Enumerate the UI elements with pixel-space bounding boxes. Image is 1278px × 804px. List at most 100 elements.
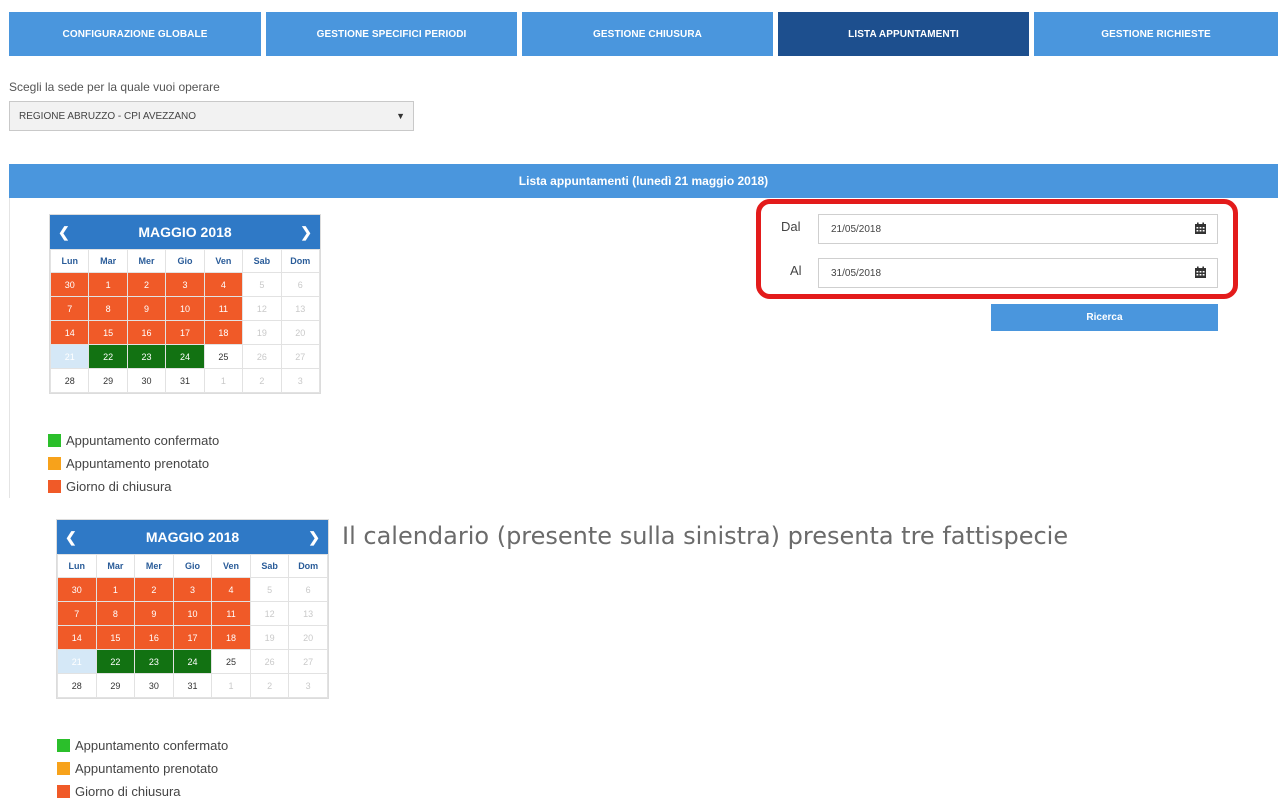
- calendar-week-row: 14 15 16 17 18 19 20: [49, 320, 321, 345]
- calendar-day-closed[interactable]: 15: [95, 625, 136, 650]
- calendar-day-closed[interactable]: 3: [165, 272, 205, 297]
- calendar-week-row: 21 22 23 24 25 26 27: [49, 344, 321, 369]
- calendar-day-disabled: 12: [249, 601, 290, 626]
- calendar-day-disabled: 26: [242, 344, 282, 369]
- calendar-day-confirmed[interactable]: 23: [134, 649, 174, 674]
- calendar-day-normal[interactable]: 31: [165, 368, 205, 393]
- calendar-day-closed[interactable]: 10: [165, 296, 205, 321]
- calendar-day-closed[interactable]: 4: [211, 577, 251, 602]
- calendar-header: ❮ MAGGIO 2018 ❯: [50, 215, 320, 249]
- calendar-day-closed[interactable]: 11: [203, 296, 244, 321]
- from-date-input[interactable]: 21/05/2018: [818, 214, 1218, 244]
- calendar-day-closed[interactable]: 17: [172, 625, 213, 650]
- calendar-week-row: 7 8 9 10 11 12 13: [49, 296, 321, 321]
- calendar-month-title: MAGGIO 2018: [138, 224, 232, 240]
- calendar-day-normal[interactable]: 25: [203, 344, 244, 369]
- list-header: Lista appuntamenti (lunedì 21 maggio 201…: [9, 164, 1278, 198]
- calendar-day-closed[interactable]: 9: [134, 601, 174, 626]
- chevron-left-icon[interactable]: ❮: [58, 224, 70, 241]
- calendar-day-closed[interactable]: 17: [165, 320, 205, 345]
- tab-lista-appuntamenti[interactable]: LISTA APPUNTAMENTI: [778, 12, 1029, 56]
- calendar-day-closed[interactable]: 4: [203, 272, 244, 297]
- calendar-day-disabled: 27: [288, 649, 328, 674]
- calendar-icon[interactable]: [1194, 266, 1207, 279]
- weekday-label: Mar: [95, 554, 136, 578]
- calendar-day-closed[interactable]: 2: [126, 272, 167, 297]
- calendar-icon[interactable]: [1194, 222, 1207, 235]
- legend-item: Giorno di chiusura: [57, 780, 228, 803]
- legend-item: Giorno di chiusura: [48, 475, 219, 498]
- calendar-day-confirmed[interactable]: 22: [95, 649, 136, 674]
- weekday-label: Gio: [165, 249, 205, 273]
- legend-swatch: [57, 762, 70, 775]
- to-date-input[interactable]: 31/05/2018: [818, 258, 1218, 288]
- calendar-day-closed[interactable]: 30: [49, 272, 90, 297]
- calendar-day-normal[interactable]: 31: [172, 673, 213, 698]
- tab-gestione-specifici-periodi[interactable]: GESTIONE SPECIFICI PERIODI: [266, 12, 517, 56]
- chevron-right-icon[interactable]: ❯: [300, 224, 312, 241]
- calendar-week-row: 30 1 2 3 4 5 6: [57, 577, 328, 602]
- calendar-day-closed[interactable]: 2: [134, 577, 174, 602]
- calendar-day-today[interactable]: 21: [49, 344, 90, 369]
- legend-swatch: [57, 739, 70, 752]
- calendar-day-closed[interactable]: 8: [88, 296, 128, 321]
- calendar-day-closed[interactable]: 7: [57, 601, 97, 626]
- legend-label: Appuntamento prenotato: [66, 456, 210, 471]
- calendar-day-closed[interactable]: 16: [134, 625, 174, 650]
- calendar-day-closed[interactable]: 3: [172, 577, 213, 602]
- calendar-day-closed[interactable]: 18: [203, 320, 244, 345]
- calendar-week-row: 28 29 30 31 1 2 3: [49, 368, 321, 393]
- calendar-day-disabled: 2: [249, 673, 290, 698]
- chevron-right-icon[interactable]: ❯: [308, 529, 320, 546]
- calendar-day-confirmed[interactable]: 22: [88, 344, 128, 369]
- calendar-day-disabled: 5: [242, 272, 282, 297]
- calendar-day-normal[interactable]: 28: [57, 673, 97, 698]
- calendar-day-closed[interactable]: 8: [95, 601, 136, 626]
- calendar-day-confirmed[interactable]: 24: [172, 649, 213, 674]
- site-select[interactable]: REGIONE ABRUZZO - CPI AVEZZANO ▼: [9, 101, 414, 131]
- tab-configurazione-globale[interactable]: CONFIGURAZIONE GLOBALE: [9, 12, 261, 56]
- calendar-day-closed[interactable]: 18: [211, 625, 251, 650]
- calendar-day-closed[interactable]: 15: [88, 320, 128, 345]
- calendar-day-normal[interactable]: 25: [211, 649, 251, 674]
- calendar-day-closed[interactable]: 14: [57, 625, 97, 650]
- calendar-day-confirmed[interactable]: 23: [126, 344, 167, 369]
- to-date-label: Al: [790, 263, 802, 278]
- calendar-day-closed[interactable]: 7: [49, 296, 90, 321]
- calendar-day-disabled: 13: [288, 601, 328, 626]
- calendar-day-closed[interactable]: 1: [95, 577, 136, 602]
- site-select-value: REGIONE ABRUZZO - CPI AVEZZANO: [19, 110, 197, 122]
- calendar-day-closed[interactable]: 9: [126, 296, 167, 321]
- calendar-month-title: MAGGIO 2018: [145, 529, 240, 545]
- search-button[interactable]: Ricerca: [991, 304, 1218, 331]
- calendar-day-normal[interactable]: 29: [88, 368, 128, 393]
- calendar-day-normal[interactable]: 30: [126, 368, 167, 393]
- calendar-day-closed[interactable]: 10: [172, 601, 213, 626]
- calendar-day-closed[interactable]: 11: [211, 601, 251, 626]
- tab-gestione-richieste[interactable]: GESTIONE RICHIESTE: [1034, 12, 1278, 56]
- weekday-label: Mer: [134, 554, 174, 578]
- calendar-day-normal[interactable]: 30: [134, 673, 174, 698]
- calendar-day-disabled: 1: [211, 673, 251, 698]
- calendar-day-disabled: 19: [242, 320, 282, 345]
- weekday-label: Dom: [288, 554, 328, 578]
- calendar-day-closed[interactable]: 16: [126, 320, 167, 345]
- legend-label: Appuntamento prenotato: [75, 761, 219, 776]
- to-date-value: 31/05/2018: [831, 267, 882, 279]
- calendar-day-closed[interactable]: 30: [57, 577, 97, 602]
- calendar-day-closed[interactable]: 14: [49, 320, 90, 345]
- calendar: ❮ MAGGIO 2018 ❯ Lun Mar Mer Gio Ven Sab Dom 30 1 2 3 4…: [49, 214, 321, 394]
- legend-item: Appuntamento prenotato: [48, 452, 219, 475]
- weekday-label: Mer: [126, 249, 167, 273]
- calendar-day-confirmed[interactable]: 24: [165, 344, 205, 369]
- weekday-label: Lun: [57, 554, 97, 578]
- calendar-day-normal[interactable]: 28: [49, 368, 90, 393]
- calendar-week-row: 7 8 9 10 11 12 13: [57, 601, 328, 626]
- calendar-day-closed[interactable]: 1: [88, 272, 128, 297]
- calendar-week-row: 28 29 30 31 1 2 3: [57, 673, 328, 698]
- chevron-left-icon[interactable]: ❮: [65, 529, 77, 546]
- calendar-legend: Appuntamento confermato Appuntamento pren…: [48, 429, 219, 498]
- tab-gestione-chiusura[interactable]: GESTIONE CHIUSURA: [522, 12, 773, 56]
- calendar-day-today[interactable]: 21: [57, 649, 97, 674]
- calendar-day-normal[interactable]: 29: [95, 673, 136, 698]
